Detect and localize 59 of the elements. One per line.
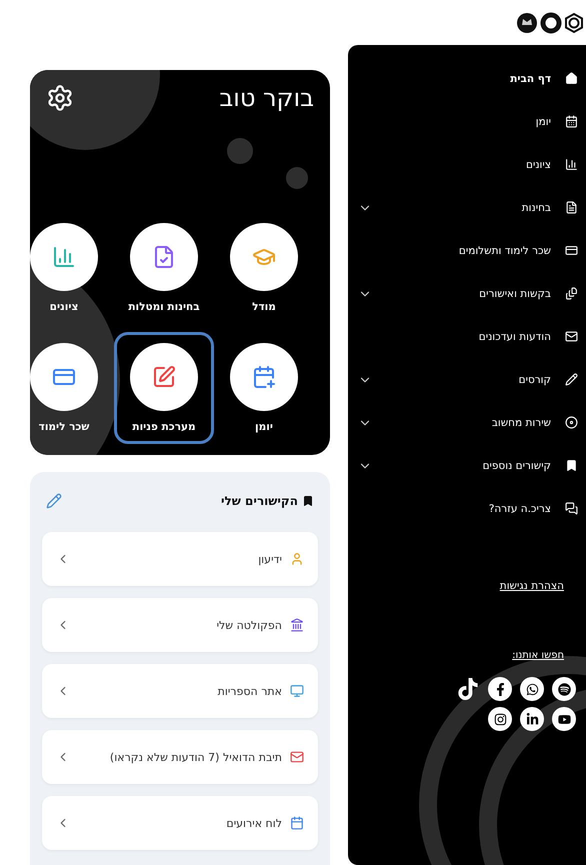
- link-icon: [290, 552, 304, 566]
- link-icon: [290, 816, 304, 830]
- links-title: הקישורים שלי: [220, 494, 314, 508]
- contact-label: חפשו אותנו:: [512, 650, 564, 661]
- nav-icon: [565, 72, 578, 85]
- nav-icon: [565, 416, 578, 429]
- whatsapp-icon[interactable]: [520, 677, 544, 701]
- link-icon: [290, 750, 304, 764]
- tile-icon: [152, 365, 176, 389]
- nav-item[interactable]: יומן: [348, 100, 586, 143]
- linkedin-icon[interactable]: [520, 707, 544, 731]
- decoration-circle: [227, 138, 253, 164]
- nav-icon: [565, 244, 578, 257]
- nav-icon: [565, 330, 578, 343]
- hexagon-ring-icon[interactable]: [564, 12, 584, 34]
- nav-item[interactable]: קורסים: [348, 358, 586, 401]
- link-item[interactable]: אתר הספריות: [42, 664, 318, 718]
- shortcut-tile[interactable]: יומן: [214, 332, 314, 444]
- link-item[interactable]: הפקולטה שלי: [42, 598, 318, 652]
- nav-icon: [565, 459, 578, 472]
- edit-icon[interactable]: [46, 493, 62, 509]
- accessibility-link[interactable]: הצהרת נגישות: [500, 580, 564, 592]
- decoration-circle: [286, 167, 308, 189]
- nav-item[interactable]: שירות מחשוב: [348, 401, 586, 444]
- tile-icon: [252, 365, 276, 389]
- tile-icon: [52, 245, 76, 269]
- youtube-icon[interactable]: [552, 707, 576, 731]
- shortcut-tile[interactable]: מודל: [214, 212, 314, 324]
- nav-item[interactable]: צריכ.ה עזרה?: [348, 487, 586, 530]
- nav-item[interactable]: בקשות ואישורים: [348, 272, 586, 315]
- settings-icon[interactable]: [46, 84, 74, 112]
- crown-badge-icon[interactable]: [516, 12, 538, 34]
- instagram-icon[interactable]: [488, 707, 512, 731]
- nav-icon: [565, 201, 578, 214]
- nav-icon: [565, 502, 578, 515]
- link-item[interactable]: ידיעון: [42, 532, 318, 586]
- link-icon: [290, 684, 304, 698]
- nav-item[interactable]: בחינות: [348, 186, 586, 229]
- nav-item[interactable]: שכר לימוד ותשלומים: [348, 229, 586, 272]
- nav-icon: [565, 373, 578, 386]
- link-item[interactable]: לוח אירועים: [42, 796, 318, 850]
- link-item[interactable]: תיבת הדואיל (7 הודעות שלא נקראו): [42, 730, 318, 784]
- shortcut-tile[interactable]: בחינות ומטלות: [114, 212, 214, 324]
- link-icon: [290, 618, 304, 632]
- tile-icon: [152, 245, 176, 269]
- nav-icon: [565, 115, 578, 128]
- shortcut-tile[interactable]: ציונים: [30, 212, 114, 324]
- nav-item[interactable]: קישורים נוספים: [348, 444, 586, 487]
- greeting-title: בוקר טוב: [219, 84, 314, 112]
- nav-item[interactable]: דף הבית: [348, 57, 586, 100]
- spotify-icon[interactable]: [552, 677, 576, 701]
- nav-icon: [565, 158, 578, 171]
- nav-icon: [565, 287, 578, 300]
- ring-icon[interactable]: [540, 12, 562, 34]
- nav-item[interactable]: ציונים: [348, 143, 586, 186]
- bookmark-icon: [302, 495, 314, 507]
- tiktok-icon[interactable]: [456, 677, 480, 701]
- shortcut-tile[interactable]: מערכת פניות: [114, 332, 214, 444]
- nav-item[interactable]: הודעות ועדכונים: [348, 315, 586, 358]
